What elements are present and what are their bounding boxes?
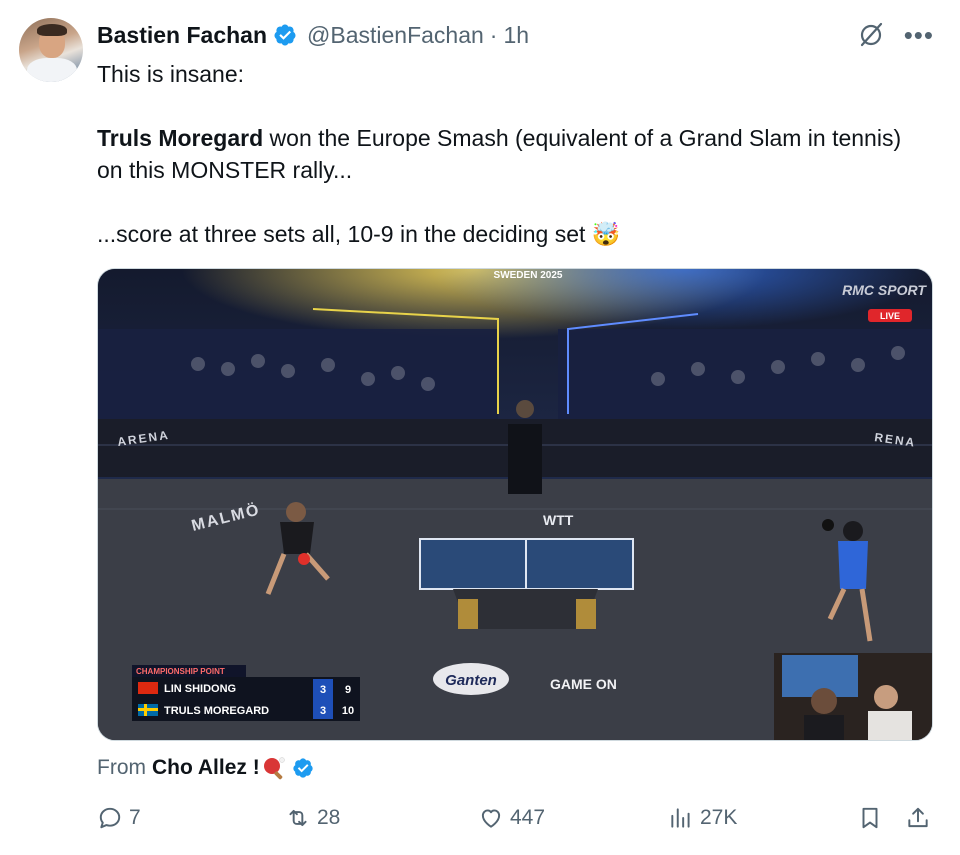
tweet-header: Bastien Fachan @BastienFachan · 1h	[97, 20, 529, 50]
tweet: Bastien Fachan @BastienFachan · 1h ••• T…	[0, 0, 960, 855]
source-attribution: From Cho Allez !	[97, 756, 314, 780]
post-time[interactable]: 1h	[503, 22, 529, 49]
heart-icon	[481, 809, 501, 828]
action-bar: 7 28 447 27K	[97, 800, 933, 836]
video-frame: SWEDEN 2025 RMC SPORT LIVE ARENA RENA MA…	[98, 269, 932, 740]
share-button[interactable]	[905, 800, 931, 836]
author-name[interactable]: Bastien Fachan	[97, 22, 267, 49]
tweet-line-2: Truls Moregard won the Europe Smash (equ…	[97, 122, 917, 186]
sponsor-ganten: Ganten	[445, 672, 497, 689]
source-prefix: From	[97, 756, 146, 779]
score-player-2-sets: 3	[320, 705, 326, 717]
score-player-1-sets: 3	[320, 684, 326, 696]
score-player-1-name: LIN SHIDONG	[164, 683, 236, 695]
tweet-line-1: This is insane:	[97, 61, 245, 87]
score-player-1-points: 9	[345, 684, 351, 696]
broadcaster-logo: RMC SPORT	[842, 282, 927, 298]
tweet-text: This is insane: Truls Moregard won the E…	[97, 58, 917, 250]
repost-icon	[289, 809, 307, 827]
repost-button[interactable]: 28	[285, 800, 340, 836]
like-button[interactable]: 447	[478, 800, 545, 836]
separator-dot: ·	[489, 21, 498, 48]
like-count: 447	[510, 806, 546, 829]
more-icon[interactable]: •••	[904, 22, 934, 48]
share-icon	[908, 807, 928, 828]
author-handle[interactable]: @BastienFachan	[307, 22, 484, 49]
reply-count: 7	[129, 806, 141, 829]
score-player-2-name: TRULS MOREGARD	[164, 705, 269, 717]
ping-pong-icon	[263, 757, 285, 780]
grok-icon[interactable]	[856, 20, 886, 50]
event-banner: SWEDEN 2025	[494, 270, 563, 281]
score-player-2-points: 10	[342, 705, 354, 717]
author-avatar[interactable]	[19, 18, 83, 82]
views-icon	[671, 808, 690, 828]
video-media[interactable]: SWEDEN 2025 RMC SPORT LIVE ARENA RENA MA…	[97, 268, 933, 741]
verified-badge-icon	[274, 24, 296, 46]
reply-button[interactable]: 7	[97, 800, 141, 836]
sponsor-gameon: GAME ON	[550, 676, 617, 692]
reply-icon	[99, 807, 121, 829]
views-button[interactable]: 27K	[668, 800, 737, 836]
verified-badge-icon	[293, 758, 313, 778]
repost-count: 28	[317, 806, 341, 829]
tweet-line-3: ...score at three sets all, 10-9 in the …	[97, 221, 621, 247]
bookmark-button[interactable]	[857, 800, 883, 836]
mention-bold: Truls Moregard	[97, 125, 264, 151]
live-badge: LIVE	[880, 311, 900, 321]
score-title: CHAMPIONSHIP POINT	[136, 667, 225, 676]
views-count: 27K	[700, 806, 738, 829]
floor-wtt-label: WTT	[543, 512, 574, 528]
source-name[interactable]: Cho Allez !	[152, 756, 260, 780]
bookmark-icon	[862, 807, 878, 829]
top-right-controls: •••	[856, 20, 934, 50]
